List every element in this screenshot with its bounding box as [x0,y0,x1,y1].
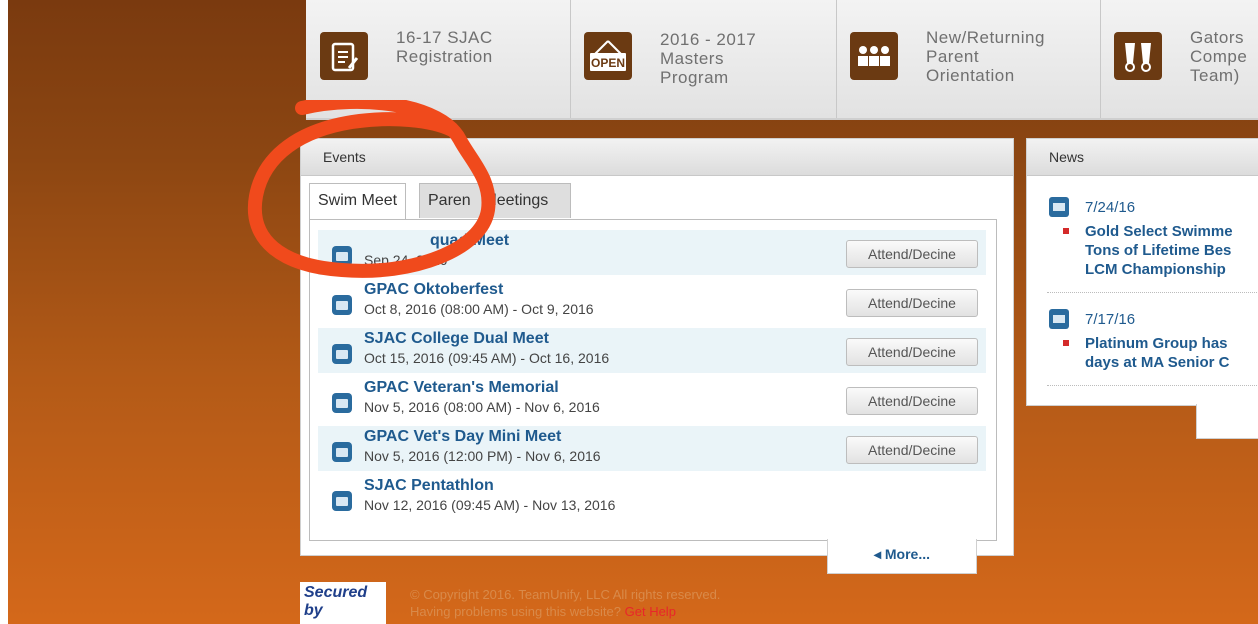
event-date: Oct 8, 2016 (08:00 AM) - Oct 9, 2016 [364,301,594,317]
swim-fins-icon [1114,32,1162,80]
nav-tile-label: Gators Compe Team) [1190,28,1248,85]
nav-tile-label: 2016 - 2017 Masters Program [660,30,757,87]
event-date: Nov 5, 2016 (08:00 AM) - Nov 6, 2016 [364,399,600,415]
calendar-icon [332,393,352,413]
event-title[interactable]: SJAC Pentathlon [364,477,494,495]
attend-decline-button[interactable]: Attend/Decine [846,387,978,415]
attend-decline-button[interactable]: Attend/Decine [846,240,978,268]
news-date: 7/24/16 [1049,197,1258,217]
news-calendar-icon [1049,197,1069,217]
attend-decline-button[interactable]: Attend/Decine [846,436,978,464]
event-date: Nov 5, 2016 (12:00 PM) - Nov 6, 2016 [364,448,601,464]
clipboard-icon [320,32,368,80]
copyright-line: © Copyright 2016. TeamUnify, LLC All rig… [410,587,721,602]
get-help-link[interactable]: Get Help [625,604,676,619]
news-header: News [1027,139,1258,176]
news-date: 7/17/16 [1049,309,1258,329]
nav-tile-gators[interactable]: Gators Compe Team) [1100,0,1258,118]
event-title[interactable]: GPAC Oktoberfest [364,281,503,299]
copyright-text: © Copyright 2016. TeamUnify, LLC All rig… [410,586,720,620]
attend-decline-button[interactable]: Attend/Decine [846,289,978,317]
group-icon [850,32,898,80]
list-item: SJAC Pentathlon Nov 12, 2016 (09:45 AM) … [318,475,986,520]
svg-text:OPEN: OPEN [591,56,625,70]
help-prompt: Having problems using this website? [410,604,621,619]
calendar-icon [332,295,352,315]
more-link[interactable]: ◂ More... [827,539,977,574]
nav-tile-masters[interactable]: OPEN 2016 - 2017 Masters Program [570,0,837,118]
left-edge [0,0,8,624]
nav-tile-label: New/Returning Parent Orientation [926,28,1045,85]
event-title[interactable]: GPAC Veteran's Memorial [364,379,559,397]
event-title[interactable]: GPAC Vet's Day Mini Meet [364,428,561,446]
list-item: SJAC College Dual Meet Oct 15, 2016 (09:… [318,328,986,373]
list-item: GPAC Vet's Day Mini Meet Nov 5, 2016 (12… [318,426,986,471]
event-date: Oct 15, 2016 (09:45 AM) - Oct 16, 2016 [364,350,610,366]
divider [1047,292,1258,293]
nav-tile-label: 16-17 SJAC Registration [396,28,493,66]
news-headline[interactable]: Gold Select Swimme Tons of Lifetime Bes … [1049,222,1258,279]
news-date-text: 7/24/16 [1085,199,1136,216]
event-date: Nov 12, 2016 (09:45 AM) - Nov 13, 2016 [364,497,616,513]
news-calendar-icon [1049,309,1069,329]
annotation-circle [247,100,496,278]
open-sign-icon: OPEN [584,32,632,80]
news-date-text: 7/17/16 [1085,311,1136,328]
calendar-icon [332,491,352,511]
attend-decline-button[interactable]: Attend/Decine [846,338,978,366]
secured-badge: Secured by [300,582,386,624]
list-item: GPAC Oktoberfest Oct 8, 2016 (08:00 AM) … [318,279,986,324]
news-panel: News 7/24/16 Gold Select Swimme Tons of … [1026,138,1258,406]
list-item: GPAC Veteran's Memorial Nov 5, 2016 (08:… [318,377,986,422]
calendar-icon [332,344,352,364]
nav-tile-orientation[interactable]: New/Returning Parent Orientation [836,0,1101,118]
event-title[interactable]: SJAC College Dual Meet [364,330,549,348]
news-more-tab[interactable] [1196,404,1258,439]
calendar-icon [332,442,352,462]
news-item: 7/17/16 Platinum Group has days at MA Se… [1049,309,1258,372]
divider [1047,385,1258,386]
news-headline[interactable]: Platinum Group has days at MA Senior C [1049,334,1258,372]
help-line: Having problems using this website? Get … [410,603,720,620]
news-item: 7/24/16 Gold Select Swimme Tons of Lifet… [1049,197,1258,279]
